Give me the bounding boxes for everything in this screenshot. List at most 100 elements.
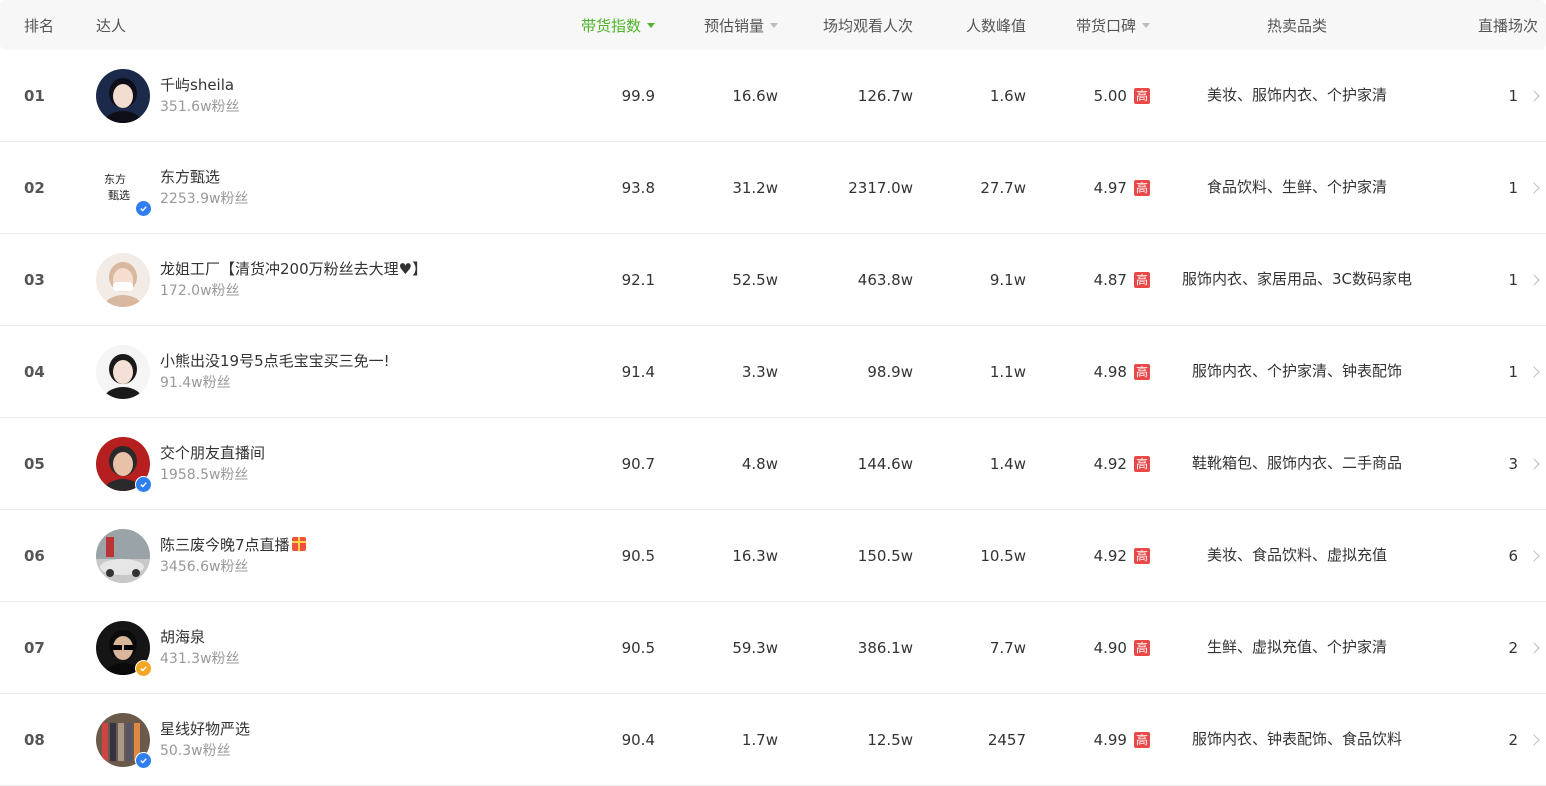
ranking-table: 排名 达人 带货指数 预估销量 场均观看人次 人数峰值 带货口碑 热卖品类 直播… [0,0,1546,786]
table-header: 排名 达人 带货指数 预估销量 场均观看人次 人数峰值 带货口碑 热卖品类 直播… [0,0,1546,50]
live-count-link[interactable]: 6 [1440,510,1540,601]
sort-down-icon [647,22,655,28]
high-badge: 高 [1133,179,1150,196]
anchor-name[interactable]: 东方甄选 [160,166,248,188]
avatar[interactable] [96,344,150,399]
table-row[interactable]: 03 龙姐工厂【清货冲200万粉丝去大理♥】 172.0w粉丝 92.1 52.… [0,234,1546,326]
header-reputation-sort[interactable]: 带货口碑 [1040,0,1150,50]
fan-count: 351.6w粉丝 [160,98,240,115]
avatar[interactable] [96,712,152,769]
peak-value: 9.1w [989,270,1026,289]
peak-value: 1.1w [989,362,1026,381]
fan-count: 2253.9w粉丝 [160,190,249,207]
index-value: 90.4 [621,730,655,749]
sales-value: 1.7w [741,730,778,749]
categories-value: 美妆、服饰内衣、个护家清 [1206,86,1387,104]
live-count-link[interactable]: 1 [1440,234,1540,325]
index-value: 99.9 [621,86,655,105]
anchor-cell[interactable]: 陈三废今晚7点直播 3456.6w粉丝 [96,510,536,601]
sales-value: 16.6w [732,86,778,105]
high-badge: 高 [1133,455,1150,472]
categories-value: 食品饮料、生鲜、个护家清 [1206,178,1387,196]
live-count-link[interactable]: 2 [1440,694,1540,785]
rank-number: 07 [24,638,45,657]
live-count-link[interactable]: 1 [1440,50,1540,141]
sort-down-icon [770,22,778,28]
verified-icon [135,751,152,769]
sales-value: 31.2w [732,178,778,197]
anchor-cell[interactable]: 交个朋友直播间 1958.5w粉丝 [96,418,536,509]
header-sales-sort[interactable]: 预估销量 [660,0,778,50]
avatar[interactable] [96,68,150,123]
categories-value: 服饰内衣、个护家清、钟表配饰 [1191,362,1402,380]
header-index-sort[interactable]: 带货指数 [540,0,655,50]
anchor-name[interactable]: 陈三废今晚7点直播 [160,534,306,556]
svg-text:甄选: 甄选 [108,189,130,202]
reputation-value: 4.97 高 [1093,178,1150,197]
sort-down-icon [1142,22,1150,28]
header-views: 场均观看人次 [822,16,913,35]
table-row[interactable]: 01 千屿sheila 351.6w粉丝 99.9 16.6w 126.7w 1… [0,50,1546,142]
rank-number: 03 [24,270,45,289]
reputation-value: 4.92 高 [1093,546,1150,565]
table-row[interactable]: 05 交个朋友直播间 1958.5w粉丝 90.7 4.8w 144.6w 1.… [0,418,1546,510]
avatar[interactable] [96,252,150,307]
anchor-name[interactable]: 千屿sheila [160,74,240,96]
anchor-name[interactable]: 小熊出没19号5点毛宝宝买三免一! [160,350,390,372]
live-count-link[interactable]: 2 [1440,602,1540,693]
header-live-count: 直播场次 [1477,16,1538,35]
table-row[interactable]: 08 星线好物严选 50.3w粉丝 90.4 1.7w 12.5w 2457 4… [0,694,1546,786]
index-value: 92.1 [621,270,655,289]
fan-count: 50.3w粉丝 [160,742,231,759]
live-count-link[interactable]: 3 [1440,418,1540,509]
anchor-cell[interactable]: 胡海泉 431.3w粉丝 [96,602,536,693]
views-value: 463.8w [857,270,913,289]
verified-icon [135,199,152,217]
anchor-cell[interactable]: 东方 甄选 东方甄选 2253.9w粉丝 [96,142,536,233]
views-value: 126.7w [857,86,913,105]
avatar[interactable] [96,436,152,493]
live-count-link[interactable]: 1 [1440,326,1540,417]
table-row[interactable]: 06 陈三废今晚7点直播 3456.6w粉丝 90.5 16.3w 150.5w… [0,510,1546,602]
categories-value: 服饰内衣、钟表配饰、食品饮料 [1191,730,1402,748]
chevron-right-icon [1528,549,1540,562]
peak-value: 2457 [987,730,1026,749]
live-count-link[interactable]: 1 [1440,142,1540,233]
avatar[interactable] [96,528,150,583]
avatar[interactable]: 东方 甄选 [96,160,152,217]
sales-value: 16.3w [732,546,778,565]
table-row[interactable]: 02 东方 甄选 东方甄选 2253.9w粉丝 93.8 31.2w 2317.… [0,142,1546,234]
peak-value: 1.4w [989,454,1026,473]
chevron-right-icon [1528,641,1540,654]
peak-value: 1.6w [989,86,1026,105]
anchor-cell[interactable]: 千屿sheila 351.6w粉丝 [96,50,536,141]
index-value: 93.8 [621,178,655,197]
high-badge: 高 [1133,639,1150,656]
gift-icon [291,536,306,551]
rank-number: 08 [24,730,45,749]
anchor-cell[interactable]: 小熊出没19号5点毛宝宝买三免一! 91.4w粉丝 [96,326,536,417]
views-value: 386.1w [857,638,913,657]
fan-count: 91.4w粉丝 [160,374,231,391]
anchor-cell[interactable]: 星线好物严选 50.3w粉丝 [96,694,536,785]
chevron-right-icon [1528,273,1540,286]
anchor-cell[interactable]: 龙姐工厂【清货冲200万粉丝去大理♥】 172.0w粉丝 [96,234,536,325]
rank-number: 04 [24,362,45,381]
table-row[interactable]: 07 胡海泉 431.3w粉丝 90.5 59.3w 386.1w 7.7w 4… [0,602,1546,694]
anchor-name[interactable]: 胡海泉 [160,626,240,648]
rank-number: 01 [24,86,45,105]
anchor-name[interactable]: 龙姐工厂【清货冲200万粉丝去大理♥】 [160,258,427,280]
anchor-name[interactable]: 星线好物严选 [160,718,250,740]
sales-value: 59.3w [732,638,778,657]
index-value: 90.5 [621,638,655,657]
fan-count: 431.3w粉丝 [160,650,240,667]
chevron-right-icon [1528,181,1540,194]
reputation-value: 4.92 高 [1093,454,1150,473]
avatar[interactable] [96,620,152,677]
chevron-right-icon [1528,457,1540,470]
categories-value: 鞋靴箱包、服饰内衣、二手商品 [1191,454,1402,472]
reputation-value: 4.98 高 [1093,362,1150,381]
categories-value: 服饰内衣、家居用品、3C数码家电 [1181,270,1413,288]
anchor-name[interactable]: 交个朋友直播间 [160,442,265,464]
table-row[interactable]: 04 小熊出没19号5点毛宝宝买三免一! 91.4w粉丝 91.4 3.3w 9… [0,326,1546,418]
